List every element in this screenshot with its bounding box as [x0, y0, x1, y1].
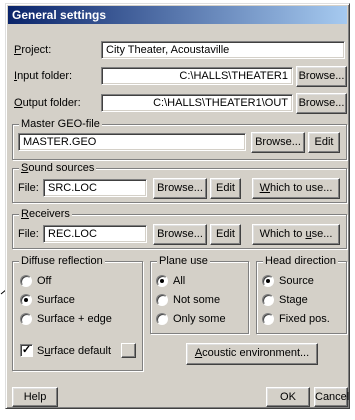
general-settings-dialog: General settings Project: City Theater, … — [5, 3, 350, 409]
output-folder-browse-button[interactable]: Browse... — [296, 93, 347, 114]
radio-off-indicator — [20, 313, 32, 325]
head-fixed-pos-label: Fixed pos. — [279, 313, 330, 325]
head-source-label: Source — [279, 275, 314, 287]
radio-off-indicator — [156, 313, 168, 325]
checkmark-icon: ✓ — [20, 344, 33, 357]
plane-all-label: All — [173, 275, 186, 287]
sound-sources-edit-button[interactable]: Edit — [210, 178, 241, 199]
plane-only-some-label: Only some — [173, 313, 226, 325]
radio-off-indicator — [20, 275, 32, 287]
radio-off-indicator — [262, 294, 274, 306]
output-folder-field[interactable]: C:\HALLS\THEATER1\OUT — [101, 94, 293, 112]
diffuse-surface-label: Surface — [37, 294, 75, 306]
diffuse-reflection-group-title: Diffuse reflection — [19, 254, 105, 268]
sound-sources-group-title: Sound sources — [19, 161, 97, 175]
input-folder-field[interactable]: C:\HALLS\THEATER1 — [101, 67, 293, 85]
help-button[interactable]: Help — [12, 387, 58, 407]
project-field[interactable]: City Theater, Acoustaville — [101, 41, 345, 59]
head-direction-group-title: Head direction — [263, 254, 338, 268]
sound-sources-file-label: File: — [18, 182, 39, 194]
acoustic-environment-button[interactable]: Acoustic environment... — [186, 343, 318, 365]
surface-default-label: Surface default — [37, 345, 112, 357]
plane-use-group-title: Plane use — [157, 254, 210, 268]
sound-sources-browse-button[interactable]: Browse... — [153, 178, 207, 199]
receivers-browse-button[interactable]: Browse... — [153, 224, 207, 245]
receivers-which-button[interactable]: Which to use... — [252, 224, 340, 245]
dialog-title: General settings — [12, 8, 107, 22]
radio-off-indicator — [262, 313, 274, 325]
diffuse-surface-edge-label: Surface + edge — [37, 313, 112, 325]
project-label: Project: — [14, 44, 52, 56]
sound-sources-which-button[interactable]: Which to use... — [252, 178, 340, 199]
receivers-edit-button[interactable]: Edit — [210, 224, 241, 245]
plane-not-some-label: Not some — [173, 294, 221, 306]
surface-default-swatch-button[interactable] — [121, 343, 136, 358]
master-geo-edit-button[interactable]: Edit — [308, 132, 340, 153]
sound-sources-file-field[interactable]: SRC.LOC — [43, 179, 147, 197]
input-folder-label: Input folder: — [14, 70, 73, 82]
radio-selected-indicator — [156, 275, 168, 287]
radio-selected-indicator — [262, 275, 274, 287]
receivers-group-title: Receivers — [19, 207, 72, 221]
master-geo-field[interactable]: MASTER.GEO — [18, 133, 246, 151]
radio-selected-indicator — [20, 294, 32, 306]
receivers-file-field[interactable]: REC.LOC — [43, 225, 147, 243]
head-stage-label: Stage — [279, 294, 308, 306]
output-folder-label: Output folder: — [14, 97, 81, 109]
receivers-file-label: File: — [18, 228, 39, 240]
diffuse-off-label: Off — [37, 275, 52, 287]
radio-off-indicator — [156, 294, 168, 306]
ok-button[interactable]: OK — [266, 387, 310, 407]
input-folder-browse-button[interactable]: Browse... — [296, 66, 347, 87]
cancel-button[interactable]: Cancel — [314, 387, 349, 407]
title-bar[interactable]: General settings — [8, 6, 347, 24]
master-geo-browse-button[interactable]: Browse... — [251, 132, 305, 153]
master-geo-group-title: Master GEO-file — [19, 117, 102, 131]
